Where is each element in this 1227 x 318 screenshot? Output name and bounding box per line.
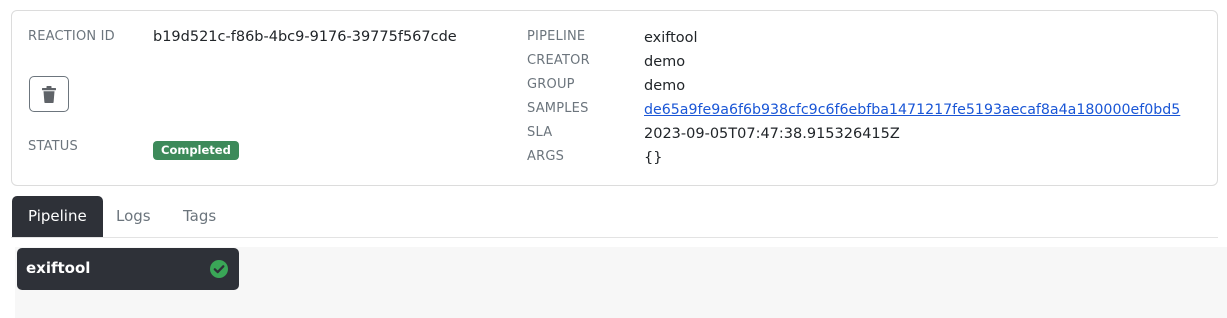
reaction-id-label: REACTION ID [28, 29, 115, 44]
tab-pipeline[interactable]: Pipeline [12, 196, 103, 237]
creator-label: CREATOR [527, 53, 590, 68]
reaction-id-value: b19d521c-f86b-4bc9-9176-39775f567cde [153, 29, 457, 45]
tab-tags[interactable]: Tags [183, 196, 216, 237]
args-label: ARGS [527, 149, 565, 164]
tab-bar: Pipeline Logs Tags [11, 196, 1218, 238]
samples-label: SAMPLES [527, 101, 589, 116]
pipeline-label: PIPELINE [527, 29, 586, 44]
pipeline-node-label: exiftool [26, 259, 91, 277]
sla-label: SLA [527, 125, 553, 140]
reaction-details-card: REACTION ID b19d521c-f86b-4bc9-9176-3977… [11, 10, 1218, 186]
trash-icon [42, 85, 56, 103]
sample-link[interactable]: de65a9fe9a6f6b938cfc9c6f6ebfba1471217fe5… [644, 102, 1180, 118]
pipeline-value: exiftool [644, 30, 698, 46]
pipeline-node[interactable]: exiftool [17, 248, 239, 290]
check-circle-icon [210, 260, 228, 278]
args-value: {} [644, 150, 663, 166]
group-label: GROUP [527, 77, 575, 92]
creator-value: demo [644, 54, 686, 70]
status-label: STATUS [28, 139, 78, 154]
tab-logs[interactable]: Logs [116, 196, 151, 237]
sla-value: 2023-09-05T07:47:38.915326415Z [644, 126, 900, 142]
status-badge: Completed [153, 141, 239, 160]
delete-button[interactable] [29, 76, 69, 112]
group-value: demo [644, 78, 686, 94]
